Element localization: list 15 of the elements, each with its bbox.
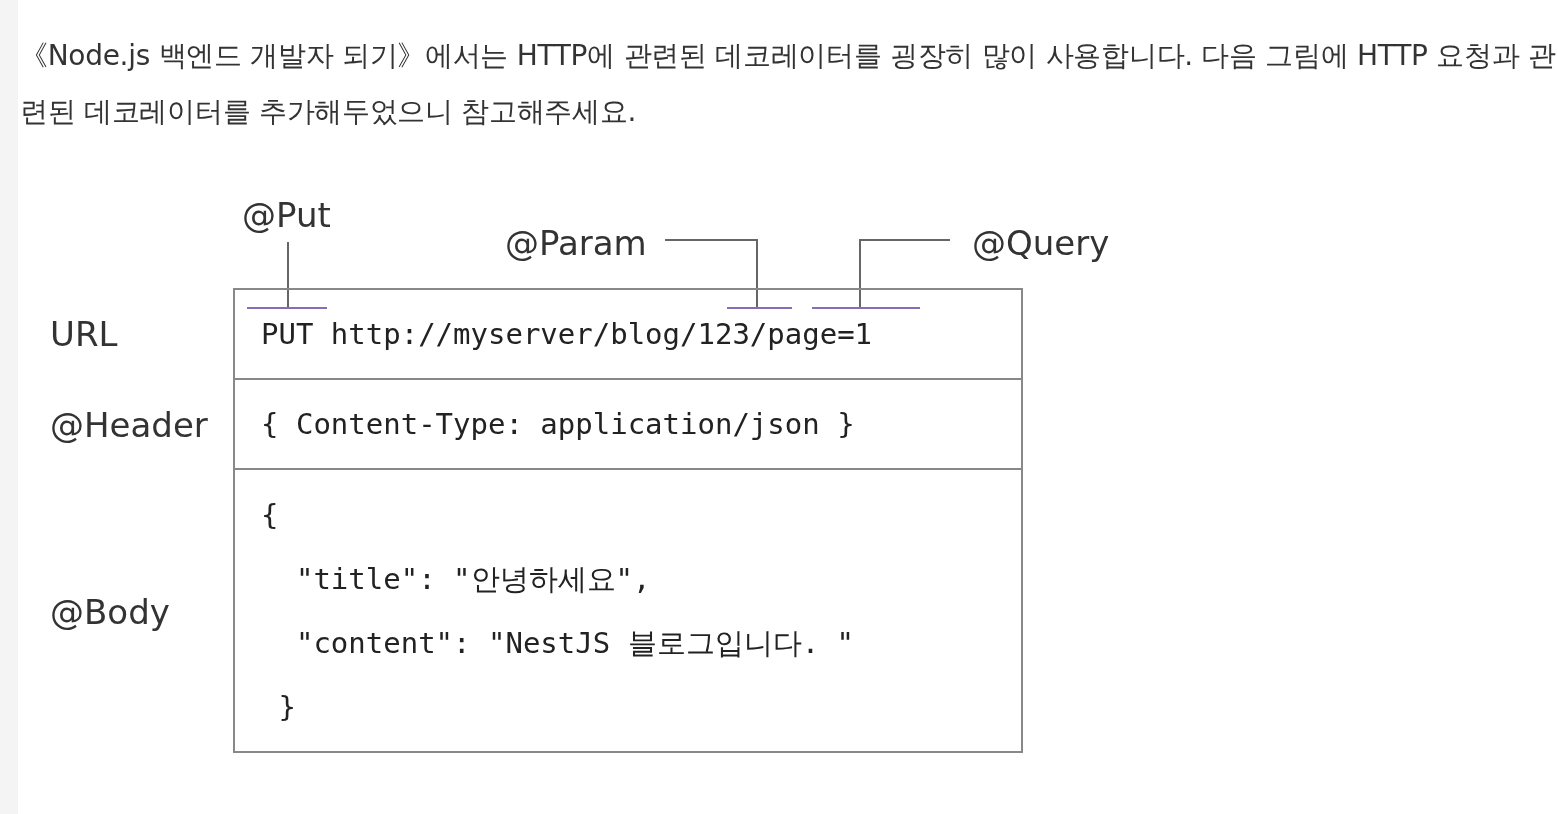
leader-line: [287, 241, 289, 309]
code-line: "content": "NestJS 블로그입니다. ": [294, 624, 855, 662]
row-label: URL: [49, 313, 119, 356]
code-line: }: [277, 688, 296, 726]
annotation-label: @Param: [505, 223, 647, 263]
code-line: PUT http://myserver/blog/123/page=1: [261, 316, 873, 353]
code-line: {: [261, 496, 279, 534]
code-line: { Content-Type: application/json }: [261, 406, 855, 443]
annotation-label: @Put: [242, 195, 331, 235]
row-label: @Header: [49, 404, 209, 447]
code-line: "title": "안녕하세요",: [294, 560, 651, 598]
underline-mark: [726, 307, 793, 309]
intro-paragraph: 《Node.js 백엔드 개발자 되기》에서는 HTTP에 관련된 데코레이터를 굉장히 많이 사용합니다. 다음 그림에 HTTP 요청과 관련된 데코레이터를 추가해두었으니 참고해주세요.: [20, 38, 1556, 130]
row-label: @Body: [49, 590, 171, 634]
annotation-label: @Query: [972, 223, 1110, 263]
